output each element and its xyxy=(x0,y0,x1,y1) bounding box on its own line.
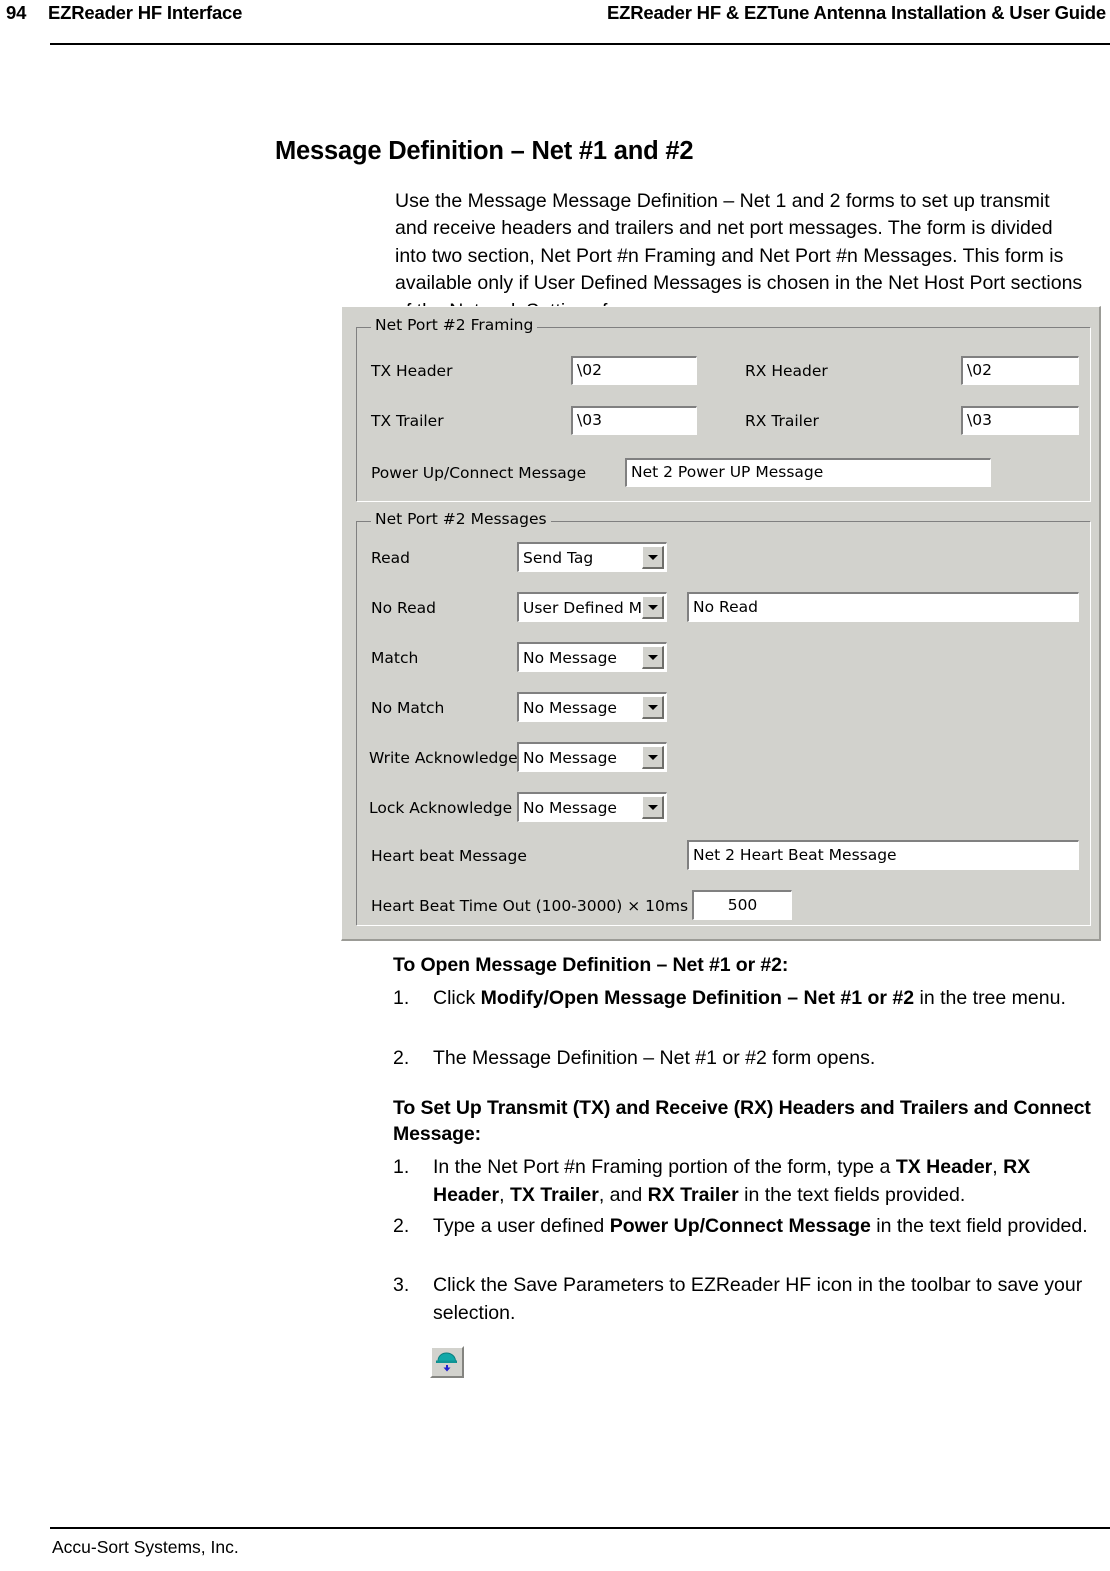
header-left-title: EZReader HF Interface xyxy=(48,2,243,23)
save-parameters-icon xyxy=(436,1352,457,1372)
heart-beat-timeout-label: Heart Beat Time Out (100-3000) × 10ms xyxy=(371,897,689,915)
list-marker: 3. xyxy=(393,1274,410,1296)
no-match-message-value: No Message xyxy=(523,698,617,717)
messages-legend: Net Port #2 Messages xyxy=(371,511,551,527)
framing-legend: Net Port #2 Framing xyxy=(371,317,538,333)
lock-acknowledge-select[interactable]: No Message xyxy=(517,792,667,822)
page-title: Message Definition – Net #1 and #2 xyxy=(275,137,694,166)
match-message-value: No Message xyxy=(523,648,617,667)
procedure-1-step-2: 2. The Message Definition – Net #1 or #2… xyxy=(393,1045,1099,1073)
procedure-1-heading: To Open Message Definition – Net #1 or #… xyxy=(393,954,789,976)
match-label: Match xyxy=(371,649,419,667)
list-item-text: Type a user defined Power Up/Connect Mes… xyxy=(433,1215,1088,1237)
dialog-client-area: Net Port #2 Framing TX Header \02 RX Hea… xyxy=(344,309,1096,936)
procedure-2-step-3: 3. Click the Save Parameters to EZReader… xyxy=(393,1272,1099,1327)
write-acknowledge-label: Write Acknowledge xyxy=(369,749,518,767)
chevron-down-icon[interactable] xyxy=(642,796,664,819)
page-header: 94 EZReader HF Interface EZReader HF & E… xyxy=(0,0,1110,52)
footer-company: Accu-Sort Systems, Inc. xyxy=(52,1537,239,1557)
tx-trailer-input[interactable]: \03 xyxy=(571,406,697,435)
rx-header-input[interactable]: \02 xyxy=(961,356,1079,385)
tx-trailer-label: TX Trailer xyxy=(371,412,444,430)
intro-paragraph: Use the Message Message Definition – Net… xyxy=(395,189,1083,322)
header-rule xyxy=(50,43,1110,45)
net-port-messages-groupbox: Net Port #2 Messages Read Send Tag No Re… xyxy=(356,511,1091,926)
read-label: Read xyxy=(371,549,410,567)
write-acknowledge-select[interactable]: No Message xyxy=(517,742,667,772)
lock-acknowledge-value: No Message xyxy=(523,798,617,817)
no-read-user-message-input[interactable]: No Read xyxy=(687,592,1079,622)
list-marker: 2. xyxy=(393,1215,410,1237)
save-parameters-icon-button[interactable] xyxy=(430,1346,464,1378)
heart-beat-timeout-input[interactable]: 500 xyxy=(692,890,792,920)
procedure-1-step-1: 1. Click Modify/Open Message Definition … xyxy=(393,985,1099,1013)
message-definition-dialog-screenshot: Net Port #2 Framing TX Header \02 RX Hea… xyxy=(341,306,1101,941)
tx-header-input[interactable]: \02 xyxy=(571,356,697,385)
no-match-message-select[interactable]: No Message xyxy=(517,692,667,722)
header-right-title: EZReader HF & EZTune Antenna Installatio… xyxy=(606,2,1106,23)
heart-beat-message-input[interactable]: Net 2 Heart Beat Message xyxy=(687,840,1079,870)
procedure-2-step-1: 1. In the Net Port #n Framing portion of… xyxy=(393,1154,1099,1209)
chevron-down-icon[interactable] xyxy=(642,546,664,569)
read-message-value: Send Tag xyxy=(523,548,594,567)
no-read-label: No Read xyxy=(371,599,436,617)
footer-rule xyxy=(50,1527,1110,1529)
procedure-2-step-2: 2. Type a user defined Power Up/Connect … xyxy=(393,1213,1099,1241)
net-port-framing-groupbox: Net Port #2 Framing TX Header \02 RX Hea… xyxy=(356,317,1091,502)
heart-beat-message-label: Heart beat Message xyxy=(371,847,527,865)
read-message-select[interactable]: Send Tag xyxy=(517,542,667,572)
procedure-2-heading: To Set Up Transmit (TX) and Receive (RX)… xyxy=(393,1097,1091,1145)
list-marker: 2. xyxy=(393,1047,410,1069)
list-marker: 1. xyxy=(393,1156,410,1178)
lock-acknowledge-label: Lock Acknowledge xyxy=(369,799,513,817)
rx-trailer-label: RX Trailer xyxy=(745,412,819,430)
page-number: 94 xyxy=(6,2,27,23)
list-item-text: In the Net Port #n Framing portion of th… xyxy=(433,1156,1031,1206)
page-footer: Accu-Sort Systems, Inc. xyxy=(0,1509,1110,1571)
match-message-select[interactable]: No Message xyxy=(517,642,667,672)
rx-header-label: RX Header xyxy=(745,362,828,380)
list-item-text: The Message Definition – Net #1 or #2 fo… xyxy=(433,1047,876,1069)
power-up-connect-message-input[interactable]: Net 2 Power UP Message xyxy=(625,458,991,487)
chevron-down-icon[interactable] xyxy=(642,746,664,769)
no-read-message-select[interactable]: User Defined M xyxy=(517,592,667,622)
list-marker: 1. xyxy=(393,987,410,1009)
list-item-text: Click the Save Parameters to EZReader HF… xyxy=(433,1274,1083,1324)
chevron-down-icon[interactable] xyxy=(642,646,664,669)
no-match-label: No Match xyxy=(371,699,445,717)
chevron-down-icon[interactable] xyxy=(642,596,664,619)
tx-header-label: TX Header xyxy=(371,362,453,380)
chevron-down-icon[interactable] xyxy=(642,696,664,719)
no-read-message-value: User Defined M xyxy=(523,598,642,617)
write-acknowledge-value: No Message xyxy=(523,748,617,767)
list-item-text: Click Modify/Open Message Definition – N… xyxy=(433,987,1066,1009)
power-up-connect-message-label: Power Up/Connect Message xyxy=(371,464,587,482)
rx-trailer-input[interactable]: \03 xyxy=(961,406,1079,435)
